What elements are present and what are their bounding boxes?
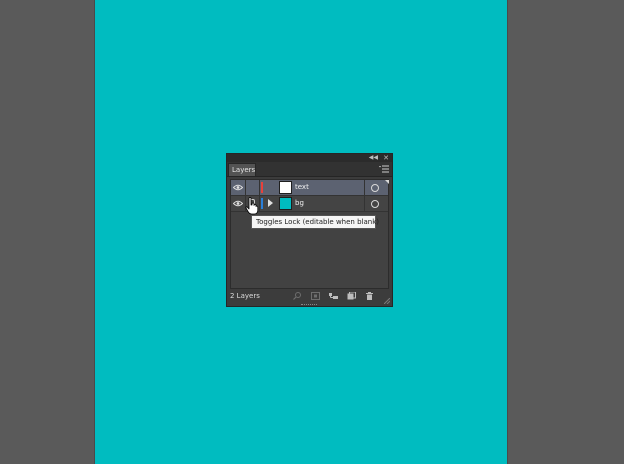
lock-toggle[interactable]: [246, 180, 260, 195]
panel-resize-grip[interactable]: [301, 304, 317, 307]
collapse-icon[interactable]: ◀◀: [369, 154, 378, 162]
new-sublayer-icon[interactable]: [329, 292, 338, 300]
layer-thumbnail: [279, 197, 292, 210]
close-icon[interactable]: ✕: [383, 154, 389, 162]
layer-name[interactable]: text: [295, 180, 309, 195]
visibility-toggle[interactable]: [231, 180, 246, 195]
locate-object-icon[interactable]: [293, 292, 302, 300]
lock-tooltip: Toggles Lock (editable when blank): [251, 215, 379, 229]
layers-list: text bg: [230, 179, 389, 289]
tab-layers[interactable]: Layers: [228, 163, 256, 176]
trash-icon[interactable]: [365, 292, 374, 300]
panel-footer: 2 Layers: [227, 290, 392, 302]
eye-icon: [233, 200, 243, 207]
new-layer-icon[interactable]: [347, 292, 356, 300]
visibility-toggle[interactable]: [231, 196, 246, 211]
panel-menu-icon[interactable]: [379, 165, 389, 173]
layer-color-bar: [261, 182, 263, 193]
panel-tabbar: Layers: [227, 162, 392, 177]
resize-corner-icon[interactable]: [384, 298, 390, 304]
target-column[interactable]: [364, 180, 389, 195]
clipping-mask-icon[interactable]: [311, 292, 320, 300]
layer-row-text[interactable]: text: [231, 180, 389, 196]
target-circle-icon[interactable]: [371, 184, 379, 192]
layer-thumbnail: [279, 181, 292, 194]
hand-pointer-cursor-icon: [245, 197, 259, 215]
layer-color-bar: [261, 198, 263, 209]
layers-panel: ◀◀ ✕ Layers text bg 2 Layers: [226, 153, 393, 307]
target-circle-icon[interactable]: [371, 200, 379, 208]
layer-count: 2 Layers: [230, 292, 260, 300]
expand-triangle-icon[interactable]: [268, 199, 273, 207]
panel-titlebar[interactable]: ◀◀ ✕: [227, 154, 392, 162]
eye-icon: [233, 184, 243, 191]
target-column[interactable]: [364, 196, 389, 211]
selection-marker-icon: [385, 180, 389, 184]
layer-name[interactable]: bg: [295, 196, 304, 211]
